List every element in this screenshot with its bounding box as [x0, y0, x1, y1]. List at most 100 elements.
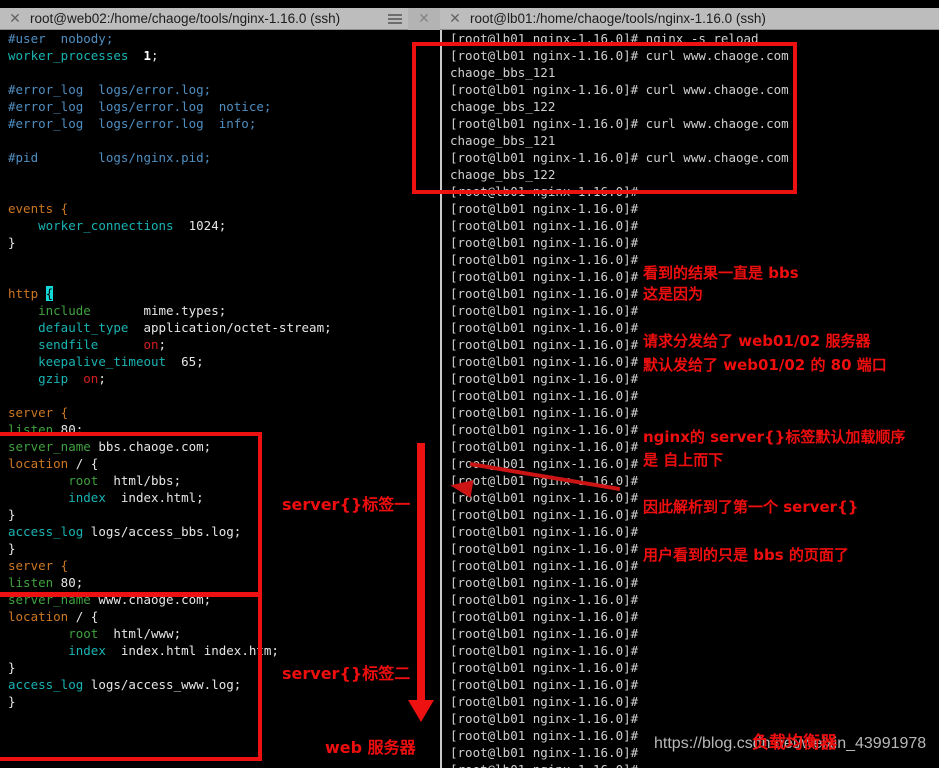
conf-token: server_name	[8, 592, 91, 607]
close-icon[interactable]: ✕	[440, 8, 470, 30]
arrow-down-head	[408, 700, 434, 722]
conf-token: index	[68, 643, 106, 658]
conf-token	[8, 218, 38, 233]
close-icon[interactable]: ✕	[0, 8, 30, 30]
conf-token: 80;	[53, 422, 84, 437]
conf-token: }	[8, 541, 16, 556]
conf-line: access_log logs/access_bbs.log;	[0, 523, 440, 540]
annotation-note-6: 是 自上而下	[643, 451, 724, 469]
conf-token: mime.types;	[90, 303, 227, 318]
conf-token: html/bbs;	[98, 473, 182, 488]
conf-token: sendfile	[38, 337, 99, 352]
annotation-note-7: 因此解析到了第一个 server{}	[643, 498, 859, 516]
conf-token	[8, 626, 68, 641]
conf-token: worker_processes	[8, 48, 129, 63]
terminal-line: [root@lb01 nginx-1.16.0]#	[450, 761, 939, 768]
annotation-note-8: 用户看到的只是 bbs 的页面了	[643, 546, 849, 564]
conf-token: server {	[8, 558, 69, 573]
window-web02: ✕ root@web02:/home/chaoge/tools/nginx-1.…	[0, 0, 440, 768]
conf-token	[8, 490, 68, 505]
conf-line: include mime.types;	[0, 302, 440, 319]
conf-line	[0, 387, 440, 404]
conf-token	[128, 48, 143, 63]
conf-line: server_name www.chaoge.com;	[0, 591, 440, 608]
conf-line	[0, 166, 440, 183]
conf-token	[8, 643, 68, 658]
conf-token: index.html;	[105, 490, 204, 505]
conf-line	[0, 64, 440, 81]
conf-token: keepalive_timeout	[38, 354, 167, 369]
terminal-line: [root@lb01 nginx-1.16.0]# curl www.chaog…	[450, 48, 789, 63]
terminal-line: [root@lb01 nginx-1.16.0]#	[450, 405, 639, 420]
conf-line	[0, 183, 440, 200]
terminal-line: chaoge_bbs_122	[450, 99, 556, 114]
conf-token: access_log	[8, 524, 84, 539]
conf-line: server {	[0, 557, 440, 574]
conf-token: default_type	[38, 320, 129, 335]
conf-line: gzip on;	[0, 370, 440, 387]
conf-token: root	[68, 473, 99, 488]
conf-line	[0, 251, 440, 268]
conf-token: 80;	[53, 575, 84, 590]
terminal-line: [root@lb01 nginx-1.16.0]#	[450, 711, 639, 726]
window-title-web02: root@web02:/home/chaoge/tools/nginx-1.16…	[30, 11, 341, 26]
conf-token: on	[83, 371, 99, 386]
conf-token: ;	[151, 48, 159, 63]
terminal-line: [root@lb01 nginx-1.16.0]#	[450, 201, 639, 216]
window-title-lb01: root@lb01:/home/chaoge/tools/nginx-1.16.…	[470, 11, 766, 26]
conf-token: location	[8, 456, 69, 471]
conf-token: index.html index.htm;	[105, 643, 279, 658]
conf-token: #pid logs/nginx.pid;	[8, 150, 212, 165]
terminal-line: [root@lb01 nginx-1.16.0]#	[450, 184, 639, 199]
conf-line	[0, 132, 440, 149]
tab-close-icon[interactable]: ✕	[408, 7, 440, 30]
conf-line: sendfile on;	[0, 336, 440, 353]
conf-line: root html/www;	[0, 625, 440, 642]
conf-token	[98, 337, 143, 352]
conf-token	[8, 320, 38, 335]
conf-token: location	[8, 609, 69, 624]
titlebar-lb01[interactable]: ✕ root@lb01:/home/chaoge/tools/nginx-1.1…	[440, 8, 939, 30]
conf-token: listen	[8, 575, 54, 590]
conf-line: http {	[0, 285, 440, 302]
conf-token: access_log	[8, 677, 84, 692]
terminal-line: [root@lb01 nginx-1.16.0]#	[450, 694, 639, 709]
conf-token: / {	[68, 456, 99, 471]
conf-token: root	[68, 626, 99, 641]
conf-line: }	[0, 693, 440, 710]
conf-line: #pid logs/nginx.pid;	[0, 149, 440, 166]
screen: ✕ root@web02:/home/chaoge/tools/nginx-1.…	[0, 0, 939, 768]
annotation-server-label-2: server{}标签二	[282, 664, 411, 683]
conf-line: index index.html index.htm;	[0, 642, 440, 659]
terminal-line: [root@lb01 nginx-1.16.0]#	[450, 643, 639, 658]
terminal-line: [root@lb01 nginx-1.16.0]# curl www.chaog…	[450, 82, 789, 97]
terminal-line: chaoge_bbs_122	[450, 167, 556, 182]
arrow-down-shaft	[417, 443, 425, 705]
conf-line: server_name bbs.chaoge.com;	[0, 438, 440, 455]
conf-token: www.chaoge.com;	[90, 592, 212, 607]
conf-token: gzip	[38, 371, 69, 386]
conf-token: }	[8, 235, 16, 250]
terminal-line: [root@lb01 nginx-1.16.0]#	[450, 677, 639, 692]
conf-token: ;	[98, 371, 106, 386]
conf-token: #error_log logs/error.log info;	[8, 116, 257, 131]
titlebar-web02[interactable]: ✕ root@web02:/home/chaoge/tools/nginx-1.…	[0, 7, 440, 30]
terminal-output-lb01[interactable]: [root@lb01 nginx-1.16.0]# nginx -s reloa…	[440, 30, 939, 768]
conf-line: #user nobody;	[0, 30, 440, 47]
conf-line: root html/bbs;	[0, 472, 440, 489]
conf-token: logs/access_bbs.log;	[83, 524, 242, 539]
conf-line: events {	[0, 200, 440, 217]
terminal-line: [root@lb01 nginx-1.16.0]#	[450, 660, 639, 675]
conf-token: }	[8, 694, 16, 709]
conf-token: server {	[8, 405, 69, 420]
terminal-line: [root@lb01 nginx-1.16.0]#	[450, 575, 639, 590]
annotation-lb-label: 负载均衡器	[752, 733, 837, 753]
conf-token: listen	[8, 422, 54, 437]
conf-token: #user nobody;	[8, 31, 114, 46]
conf-token: bbs.chaoge.com;	[90, 439, 212, 454]
hamburger-menu-icon[interactable]	[382, 8, 408, 30]
conf-token	[8, 371, 38, 386]
terminal-line: [root@lb01 nginx-1.16.0]#	[450, 592, 639, 607]
annotation-web-server-label: web 服务器	[325, 738, 416, 757]
nginx-conf-editor[interactable]: #user nobody; worker_processes 1; #error_…	[0, 30, 440, 768]
